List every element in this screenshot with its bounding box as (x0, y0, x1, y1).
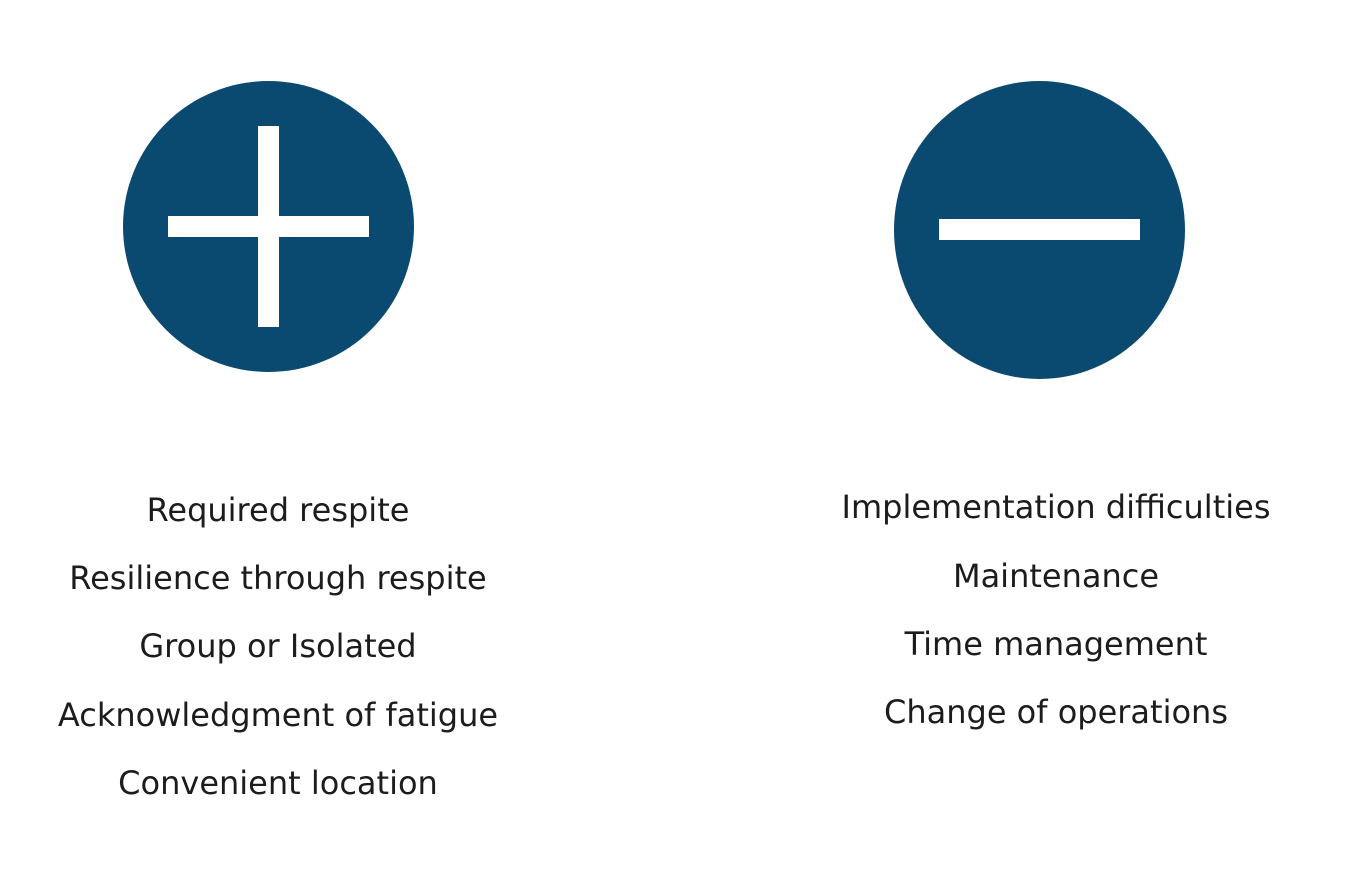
pros-item: Convenient location (118, 764, 438, 802)
pros-item: Group or Isolated (139, 627, 417, 665)
pros-cons-diagram: Required respite Resilience through resp… (0, 0, 1352, 882)
pros-list: Required respite Resilience through resp… (0, 0, 556, 882)
pros-item: Required respite (146, 491, 410, 529)
cons-list: Implementation difficulties Maintenance … (756, 0, 1352, 882)
pros-item: Acknowledgment of fatigue (57, 696, 499, 734)
cons-item: Change of operations (883, 693, 1228, 731)
pros-item: Resilience through respite (69, 559, 487, 597)
cons-item: Maintenance (952, 557, 1160, 595)
cons-item: Time management (904, 625, 1208, 663)
cons-item: Implementation difficulties (841, 488, 1271, 526)
